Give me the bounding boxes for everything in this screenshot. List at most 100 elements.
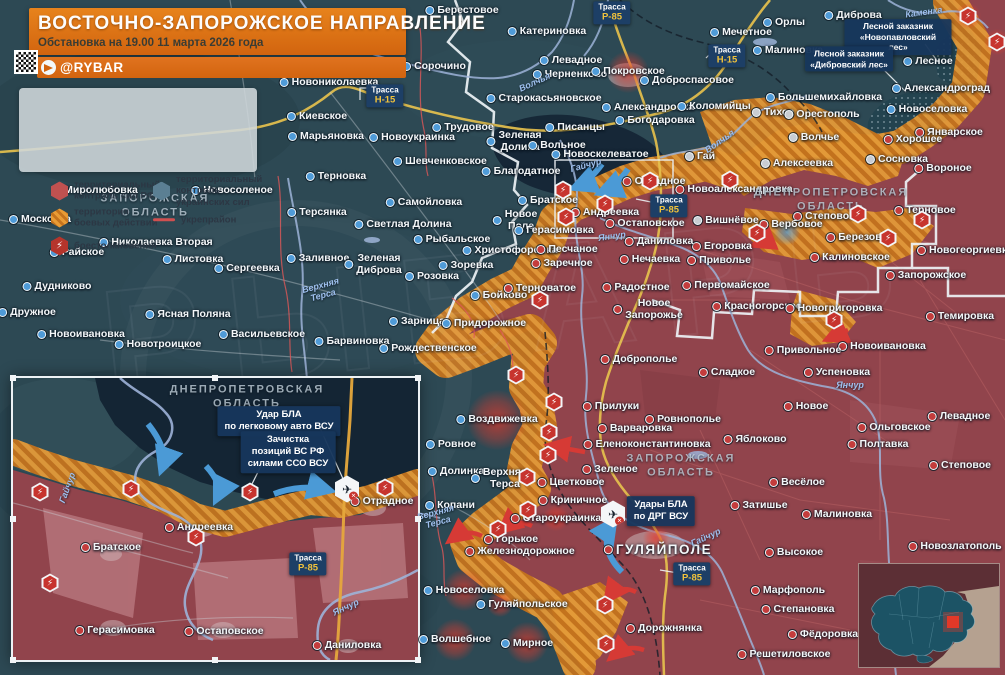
city-label: Затишье <box>730 499 787 511</box>
city-label: Прилуки <box>583 400 640 412</box>
city-label: Высокое <box>765 546 823 558</box>
city-label: Терновка <box>306 170 366 182</box>
city-label: Темировка <box>926 310 994 322</box>
city-label: Ольговское <box>857 421 930 433</box>
road-sign: Трасса Н-15 <box>366 84 404 108</box>
city-label: Доброполье <box>601 353 678 365</box>
city-label: Катериновка <box>508 25 587 37</box>
river-label: Верхняя Терса <box>415 502 456 531</box>
city-label: Писанцы <box>545 121 605 133</box>
city-label: Волшебное <box>419 633 491 645</box>
city-label: Железнодорожное <box>465 545 574 557</box>
city-label: Сорочино <box>402 60 466 72</box>
city-label: Дудниково <box>23 280 92 292</box>
city-label: Вербовое <box>759 218 822 230</box>
city-label: Мирное <box>501 637 553 649</box>
city-label: Светлая Долина <box>354 218 451 230</box>
city-label: Запорожское <box>886 269 966 281</box>
legend-icon <box>51 181 68 201</box>
city-label: Ясная Поляна <box>145 308 230 320</box>
city-label: Нечаевка <box>620 253 681 265</box>
city-label: Волчье <box>789 131 840 143</box>
legend-item: укрепрайон <box>153 214 236 225</box>
city-label: Новое <box>784 400 829 412</box>
inset-border-handle <box>212 375 218 381</box>
city-label: Даниловка <box>313 639 382 651</box>
city-label: Дружное <box>0 306 56 318</box>
city-label: Герасимовка <box>75 624 154 636</box>
city-label: Дорожнянка <box>626 622 702 634</box>
city-label: Новое Запорожье <box>613 297 683 321</box>
city-label: Новотроицкое <box>115 338 202 350</box>
qr-code <box>14 50 38 74</box>
city-label: Зоревка <box>439 259 494 271</box>
clash-icon <box>41 573 59 593</box>
city-label: Приволье <box>687 254 751 266</box>
road-sign: Трасса Р-85 <box>593 1 631 25</box>
region-label: ЗАПОРОЖСКАЯ ОБЛАСТЬ <box>626 452 736 479</box>
city-label: Решетиловское <box>738 648 831 660</box>
ukraine-minimap <box>858 563 1000 668</box>
city-label: Благодатное <box>482 165 561 177</box>
legend-icon <box>51 208 68 228</box>
rybar-handle: @RYBAR <box>60 60 124 75</box>
road-sign: Трасса Р-85 <box>289 552 327 576</box>
clash-icon <box>241 482 259 502</box>
inset-border-handle <box>10 516 16 522</box>
header: ВОСТОЧНО-ЗАПОРОЖСКОЕ НАПРАВЛЕНИЕ Обстано… <box>14 8 486 78</box>
city-label: Новоивановка <box>37 328 125 340</box>
inset-border-handle <box>415 516 421 522</box>
clash-icon <box>31 482 49 502</box>
legend-item: территориальный контроль сил РФ <box>51 180 160 203</box>
clash-icon <box>539 445 557 465</box>
city-label: Заливное <box>287 252 350 264</box>
city-label: Калиновское <box>810 251 890 263</box>
title-bar: ВОСТОЧНО-ЗАПОРОЖСКОЕ НАПРАВЛЕНИЕ Обстано… <box>29 8 486 55</box>
city-label: Герасимовка <box>514 224 593 236</box>
inset-border-handle <box>415 657 421 663</box>
inset-border-handle <box>212 657 218 663</box>
city-label: Рождественское <box>379 342 477 354</box>
city-label: Шевченковское <box>393 155 487 167</box>
river-label: Гайчур <box>56 471 78 505</box>
city-label: Доброспасовое <box>640 74 734 86</box>
city-label: Яблоково <box>724 433 787 445</box>
city-label: Ровное <box>426 438 476 450</box>
page-title: ВОСТОЧНО-ЗАПОРОЖСКОЕ НАПРАВЛЕНИЕ <box>38 13 486 34</box>
city-label: Новоукраинка <box>369 131 455 143</box>
city-label: Песчаное <box>536 243 597 255</box>
city-label: Коломийцы <box>677 100 750 112</box>
city-label: Остаповское <box>605 217 684 229</box>
city-label: Отрадное <box>351 495 414 507</box>
clash-icon <box>122 479 140 499</box>
legend-icon: ⚡ <box>51 236 68 256</box>
city-label: Новозлатополь <box>908 540 1001 552</box>
city-label: Марьяновка <box>288 130 364 142</box>
city-label: Самойловка <box>386 196 463 208</box>
city-label: Зеленая Диброва <box>344 252 401 276</box>
city-label: Орлы <box>763 16 805 28</box>
city-label: Степановка <box>761 603 834 615</box>
city-label: Лесное <box>903 55 953 67</box>
city-label: Васильевское <box>219 328 305 340</box>
city-label: Фёдоровка <box>788 628 858 640</box>
annotation-label: Лесной заказник «Дибровский лес» <box>805 46 893 72</box>
city-label: Криничное <box>539 494 608 506</box>
city-label: Орестополь <box>784 108 859 120</box>
river-label: Янчур <box>330 596 361 618</box>
city-label: Новоивановка <box>838 340 926 352</box>
clash-icon <box>545 392 563 412</box>
city-label: Сергеевка <box>214 262 279 274</box>
city-label: Александроград <box>892 82 990 94</box>
city-label: Привольное <box>765 344 842 356</box>
river-label: Верхняя Терса <box>300 275 341 304</box>
city-label: Радостное <box>602 281 669 293</box>
city-label: Придорожное <box>442 317 526 329</box>
clash-icon <box>507 365 525 385</box>
city-label: Остаповское <box>184 625 263 637</box>
page-subtitle: Обстановка на 19.00 11 марта 2026 года <box>38 37 264 49</box>
city-label: Полтавка <box>848 438 909 450</box>
city-label: Воздвижевка <box>456 413 537 425</box>
city-label: Хорошее <box>884 133 943 145</box>
clash-icon <box>597 634 615 654</box>
